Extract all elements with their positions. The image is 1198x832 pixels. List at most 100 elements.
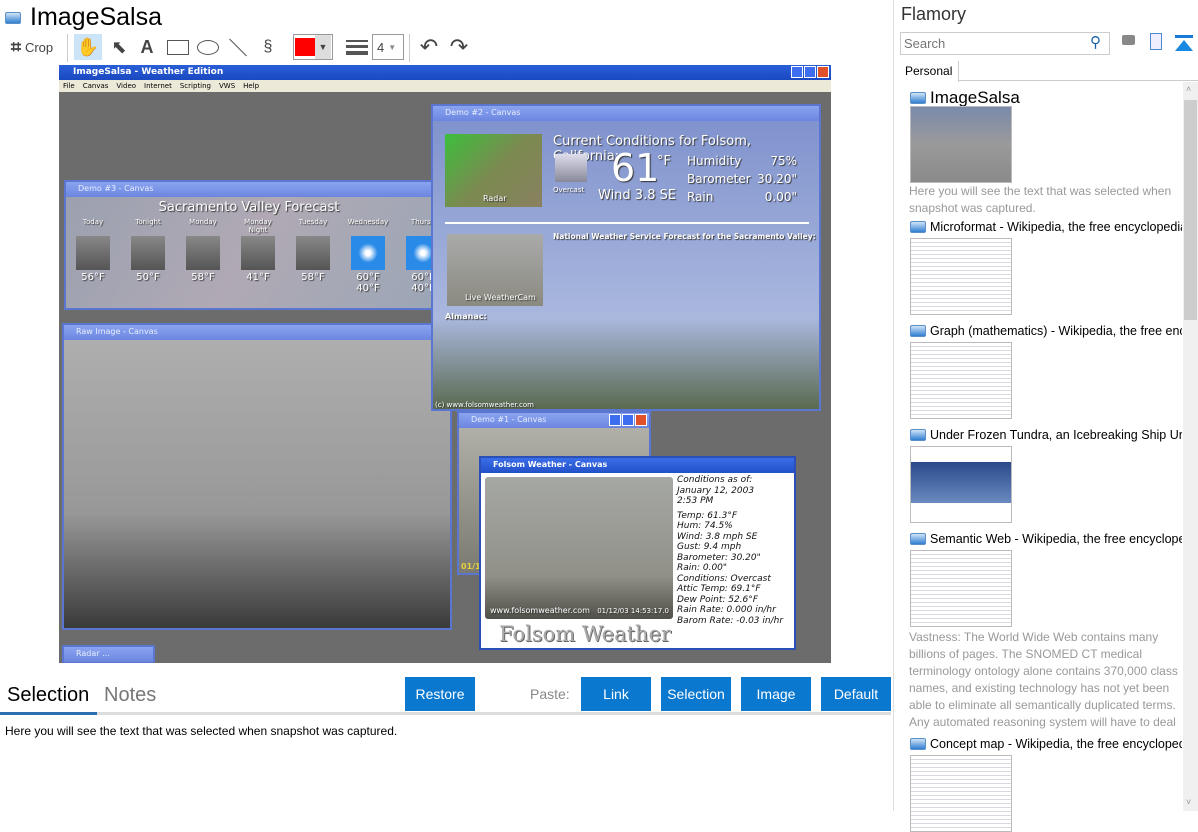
snapshot-menubar: File Canvas Video Internet Scripting VWS Help: [59, 80, 831, 92]
freehand-icon: §: [263, 38, 273, 55]
condition-line: 2:53 PM: [677, 496, 714, 506]
snapshot-thumbnail[interactable]: [910, 342, 1012, 419]
condition-line: Gust: 9.4 mph: [677, 542, 742, 552]
snapshot-image: ImageSalsa - Weather Edition File Canvas V…: [59, 65, 831, 663]
snapshot-item-title[interactable]: Concept map - Wikipedia, the free encycl…: [910, 737, 1182, 751]
app-icon: [910, 92, 926, 104]
forecast-day: Tonight 50°F: [125, 218, 171, 296]
collapse-top-icon[interactable]: [1175, 35, 1193, 51]
snapshot-thumbnail[interactable]: [910, 755, 1012, 832]
forecast-day: Today 56°F: [70, 218, 116, 296]
ellipse-tool[interactable]: [195, 34, 221, 60]
rectangle-tool[interactable]: [164, 34, 192, 60]
snapshot-item-title[interactable]: Semantic Web - Wikipedia, the free encyc…: [910, 532, 1182, 546]
tab-selection[interactable]: Selection: [7, 684, 89, 707]
snapshot-description: Here you will see the text that was sele…: [909, 184, 1172, 215]
snapshot-menu-item: Internet: [144, 82, 172, 90]
active-tab-indicator: [0, 712, 97, 715]
color-picker[interactable]: ▼: [293, 34, 333, 60]
snapshot-menu-item: Help: [243, 82, 260, 90]
snapshot-menu-item: File: [63, 82, 75, 90]
undo-button[interactable]: ↶: [416, 34, 442, 60]
forecast-day: Tuesday 58°F: [290, 218, 336, 296]
snapshot-thumbnail[interactable]: [910, 446, 1012, 523]
scroll-down-icon[interactable]: ˅: [1186, 797, 1191, 807]
snapshot-thumbnail[interactable]: [910, 550, 1012, 627]
scrollbar[interactable]: ˄ ˅: [1183, 82, 1198, 811]
crop-icon: ⌗: [10, 36, 21, 57]
app-icon: [910, 738, 926, 750]
app-title: ImageSalsa: [30, 3, 163, 31]
pointer-icon: ⬉: [111, 36, 127, 57]
crop-button[interactable]: ⌗ Crop: [6, 34, 58, 60]
tab-personal[interactable]: Personal: [899, 61, 959, 82]
divider: [67, 34, 68, 62]
line-width-icon: [345, 34, 369, 60]
line-width-select[interactable]: 4 ▼: [372, 34, 404, 60]
scroll-up-icon[interactable]: ˄: [1186, 84, 1191, 94]
search-input[interactable]: [900, 32, 1110, 55]
snapshot-menu-item: Scripting: [179, 82, 211, 90]
redo-icon: ↷: [449, 34, 469, 59]
condition-line: Conditions as of:: [677, 475, 753, 485]
condition-stat: Rain 0.00": [687, 190, 797, 204]
restore-button[interactable]: Restore: [405, 677, 475, 711]
freehand-tool[interactable]: §: [256, 34, 280, 60]
paste-selection-button[interactable]: Selection: [661, 677, 731, 711]
raw-image-window: Raw Image - Canvas: [62, 323, 452, 630]
condition-line: Rain: 0.00": [677, 563, 728, 573]
forecast-day: Monday Night 41°F: [235, 218, 281, 296]
condition-line: January 12, 2003: [677, 485, 755, 496]
demo2-window: Demo #2 - Canvas Radar Current Condition…: [431, 104, 821, 411]
flamory-title: Flamory: [901, 4, 967, 24]
snapshot-thumbnail[interactable]: [910, 106, 1012, 183]
folsom-window: Folsom Weather - Canvas www.folsomweathe…: [479, 456, 796, 650]
tab-underline: [0, 712, 891, 715]
condition-line: Barom Rate: -0.03 in/hr: [677, 615, 784, 626]
panel-divider: [893, 0, 894, 811]
app-icon: [910, 429, 926, 441]
undo-icon: ↶: [419, 34, 439, 59]
condition-stat: Humidity 75%: [687, 154, 797, 168]
snapshot-item-title[interactable]: Microformat - Wikipedia, the free encycl…: [910, 220, 1182, 234]
scrollbar-thumb[interactable]: [1184, 100, 1197, 320]
paste-image-button[interactable]: Image: [741, 677, 811, 711]
paste-default-button[interactable]: Default: [821, 677, 891, 711]
rectangle-icon: [167, 39, 189, 55]
line-tool[interactable]: [226, 34, 250, 60]
snapshot-description: Vastness: The World Wide Web contains ma…: [909, 630, 1178, 733]
condition-stat: Barometer 30.20": [687, 172, 797, 186]
condition-line: Conditions: Overcast: [677, 573, 771, 584]
text-icon: A: [140, 36, 154, 57]
paste-link-button[interactable]: Link: [581, 677, 651, 711]
radar-window: Radar ...: [62, 645, 155, 663]
text-tool[interactable]: A: [136, 34, 158, 60]
tab-line: [959, 80, 1198, 81]
snapshot-item-title[interactable]: Under Frozen Tundra, an Icebreaking Ship…: [910, 428, 1182, 442]
paste-label: Paste:: [530, 686, 570, 702]
radar-map: Radar: [445, 134, 542, 207]
selection-text: Here you will see the text that was sele…: [5, 724, 398, 738]
snapshot-item-title[interactable]: ImageSalsa: [910, 88, 1182, 108]
app-icon: [910, 221, 926, 233]
snapshot-thumbnail[interactable]: [910, 238, 1012, 315]
tab-notes[interactable]: Notes: [104, 684, 156, 707]
condition-line: Rain Rate: 0.000 in/hr: [677, 605, 776, 615]
hand-tool[interactable]: ✋: [74, 34, 102, 60]
chevron-down-icon: ▼: [315, 35, 331, 59]
select-tool[interactable]: ⬉: [106, 34, 132, 60]
snapshot-menu-item: VWS: [218, 82, 236, 90]
app-icon: [5, 12, 21, 24]
app-icon: [910, 533, 926, 545]
snapshot-menu-item: Video: [116, 82, 137, 90]
color-swatch: [295, 38, 315, 56]
condition-line: Temp: 61.3°F: [677, 510, 738, 521]
demo3-window: Demo #3 - Canvas Sacramento Valley Forec…: [64, 180, 440, 310]
redo-button[interactable]: ↷: [446, 34, 472, 60]
snapshot-menu-item: Canvas: [82, 82, 109, 90]
snapshot-item-title[interactable]: Graph (mathematics) - Wikipedia, the fre…: [910, 324, 1182, 338]
search-icon[interactable]: ⚲: [1090, 33, 1101, 51]
camera-icon[interactable]: [1122, 35, 1135, 45]
document-icon[interactable]: [1150, 33, 1162, 50]
line-icon: [229, 38, 247, 56]
